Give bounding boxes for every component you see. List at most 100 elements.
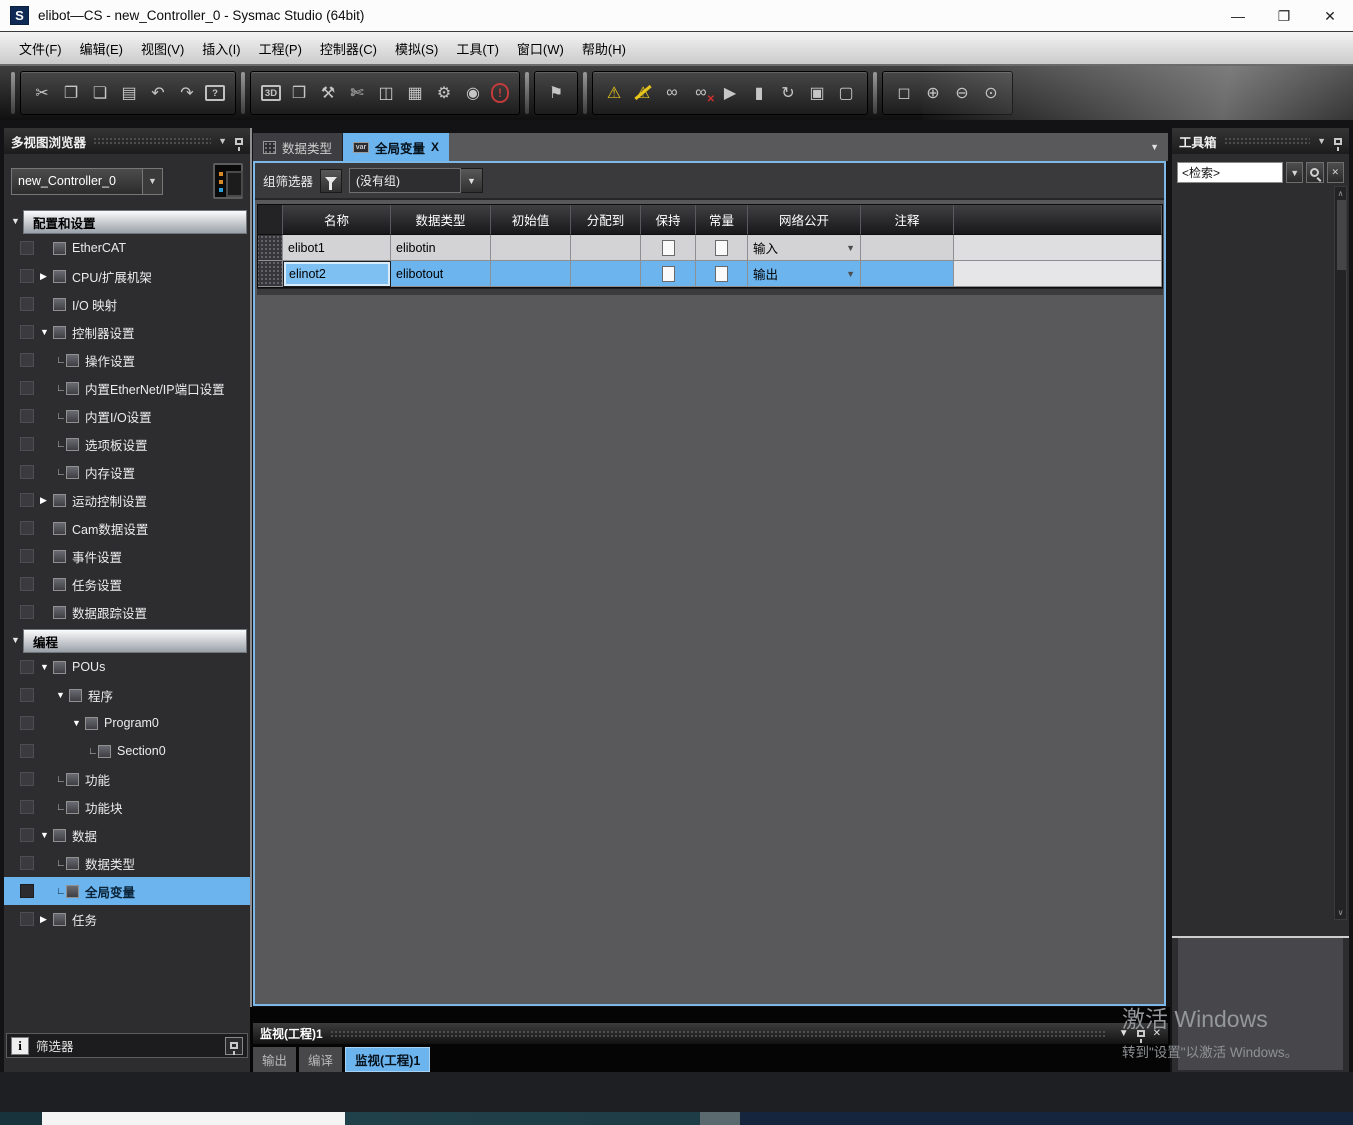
expand-open-icon[interactable]: ▼ (72, 718, 85, 728)
expand-open-icon[interactable]: ▼ (40, 830, 53, 840)
menu-item-9[interactable]: 帮助(H) (573, 36, 635, 61)
tree-item-function-blocks[interactable]: ∟功能块 (4, 793, 250, 821)
tree-item-programs[interactable]: ▼程序 (4, 681, 250, 709)
cut-icon[interactable]: ✂ (31, 80, 53, 106)
warning-disable-icon[interactable]: ⚠ (632, 80, 654, 106)
copy-icon[interactable]: ❐ (60, 80, 82, 106)
cell-allocated-to[interactable] (571, 261, 641, 287)
cell-retain[interactable] (641, 261, 696, 287)
table-row[interactable]: elibot1elibotin输入▼ (258, 235, 1162, 261)
undo-icon[interactable]: ↶ (147, 80, 169, 106)
expand-closed-icon[interactable]: ▶ (40, 271, 53, 282)
monitor-stop-icon[interactable]: ∞ (690, 80, 712, 106)
tree-item-data[interactable]: ▼数据 (4, 821, 250, 849)
section-header-1[interactable]: 编程 (23, 629, 247, 653)
tab-overflow-arrow-icon[interactable]: ▼ (1150, 142, 1168, 152)
program-mode-icon[interactable]: ▮ (748, 80, 770, 106)
watch-pane-menu-arrow-icon[interactable]: ▼ (1119, 1028, 1129, 1039)
retain-checkbox[interactable] (662, 240, 675, 256)
help-icon[interactable]: ? (205, 85, 225, 101)
tree-item-option-board[interactable]: ∟选项板设置 (4, 430, 250, 458)
cell-constant[interactable] (696, 261, 748, 287)
tree-item-global-variables[interactable]: ∟全局变量 (4, 877, 250, 905)
menu-item-6[interactable]: 模拟(S) (386, 36, 447, 61)
online-icon[interactable]: ▣ (806, 80, 828, 106)
redo-icon[interactable]: ↷ (176, 80, 198, 106)
cell-constant[interactable] (696, 235, 748, 261)
group-filter-button[interactable] (320, 169, 342, 193)
controller-dropdown-arrow-icon[interactable]: ▼ (142, 169, 162, 194)
table-row[interactable]: elinot2elibotout输出▼ (258, 261, 1162, 287)
search-dropdown-arrow-icon[interactable]: ▼ (1286, 162, 1303, 183)
editor-tab-1[interactable]: var全局变量X (343, 133, 449, 161)
info-icon[interactable]: i (11, 1037, 29, 1055)
cell-comment[interactable] (861, 261, 954, 287)
cell-comment[interactable] (861, 235, 954, 261)
tree-item-cpu-rack[interactable]: ▶CPU/扩展机架 (4, 262, 250, 290)
explorer-pin-icon[interactable] (235, 138, 243, 145)
zoom-fit-icon[interactable]: ◻ (893, 80, 915, 106)
search-button[interactable] (1306, 162, 1323, 183)
tree-item-builtin-io[interactable]: ∟内置I/O设置 (4, 402, 250, 430)
tree-item-section[interactable]: ∟Section0 (4, 737, 250, 765)
tab-close-icon[interactable]: X (431, 140, 439, 154)
watch-pane-close-icon[interactable]: ✕ (1153, 1028, 1161, 1039)
close-button[interactable]: ✕ (1307, 0, 1353, 32)
tree-item-io-map[interactable]: I/O 映射 (4, 290, 250, 318)
restore-button[interactable]: ❐ (1261, 0, 1307, 32)
toolbox-scroll-thumb[interactable] (1337, 200, 1346, 270)
menu-item-2[interactable]: 视图(V) (132, 36, 193, 61)
cell-initial-value[interactable] (491, 261, 571, 287)
expand-open-icon[interactable]: ▼ (56, 690, 69, 700)
bottom-tab-0[interactable]: 输出 (253, 1047, 296, 1072)
menu-item-8[interactable]: 窗口(W) (508, 36, 573, 61)
toolbox-menu-arrow-icon[interactable]: ▼ (1317, 136, 1326, 146)
program-check-icon[interactable]: ⚑ (545, 80, 567, 106)
section-expand-icon[interactable]: ▼ (11, 635, 20, 645)
scroll-down-icon[interactable]: ∨ (1338, 908, 1344, 917)
cell-network-publish[interactable]: 输入▼ (748, 235, 861, 261)
error-list-icon[interactable]: ! (491, 83, 509, 103)
cell-initial-value[interactable] (491, 235, 571, 261)
variable-table-icon[interactable]: ▦ (404, 80, 426, 106)
abort-build-icon[interactable]: ✄ (346, 80, 368, 106)
row-header-cell[interactable] (258, 235, 283, 261)
zoom-in-icon[interactable]: ⊕ (922, 80, 944, 106)
constant-checkbox[interactable] (715, 240, 728, 256)
group-filter-select[interactable]: (没有组) (349, 168, 461, 193)
rebuild-icon[interactable]: ⚒ (317, 80, 339, 106)
tree-item-cam-data[interactable]: Cam数据设置 (4, 514, 250, 542)
bottom-tab-2[interactable]: 监视(工程)1 (345, 1047, 430, 1072)
filter-pin-button[interactable] (225, 1037, 243, 1055)
expand-closed-icon[interactable]: ▶ (40, 495, 53, 506)
panel-splitter[interactable] (250, 128, 252, 1072)
network-dropdown-arrow-icon[interactable]: ▼ (846, 269, 855, 279)
cell-retain[interactable] (641, 235, 696, 261)
toolbox-search-input[interactable] (1177, 162, 1283, 183)
menu-item-7[interactable]: 工具(T) (447, 36, 508, 61)
cell-allocated-to[interactable] (571, 235, 641, 261)
expand-closed-icon[interactable]: ▶ (40, 914, 53, 925)
search-binoculars-icon[interactable]: ◉ (462, 80, 484, 106)
network-dropdown-arrow-icon[interactable]: ▼ (846, 243, 855, 253)
tree-item-pous[interactable]: ▼POUs (4, 653, 250, 681)
menu-item-0[interactable]: 文件(F) (10, 36, 71, 61)
scroll-up-icon[interactable]: ∧ (1338, 189, 1344, 198)
tree-item-motion-control[interactable]: ▶运动控制设置 (4, 486, 250, 514)
tree-item-tasks[interactable]: ▶任务 (4, 905, 250, 933)
toolbox-scrollbar[interactable]: ∧ ∨ (1334, 186, 1347, 920)
run-mode-icon[interactable]: ▶ (719, 80, 741, 106)
menu-item-1[interactable]: 编辑(E) (71, 36, 132, 61)
cross-reference-icon[interactable]: ⚙ (433, 80, 455, 106)
expand-open-icon[interactable]: ▼ (40, 662, 53, 672)
paste-icon[interactable]: ❏ (89, 80, 111, 106)
row-header-cell[interactable] (258, 261, 283, 287)
offline-icon[interactable]: ▢ (835, 80, 857, 106)
expand-open-icon[interactable]: ▼ (40, 327, 53, 337)
toolbox-pin-icon[interactable] (1334, 138, 1342, 145)
zoom-out-icon[interactable]: ⊖ (951, 80, 973, 106)
build-window-icon[interactable]: ❒ (288, 80, 310, 106)
tree-item-operation-settings[interactable]: ∟操作设置 (4, 346, 250, 374)
3d-view-icon[interactable]: 3D (261, 85, 281, 101)
tree-item-ethercat[interactable]: EtherCAT (4, 234, 250, 262)
